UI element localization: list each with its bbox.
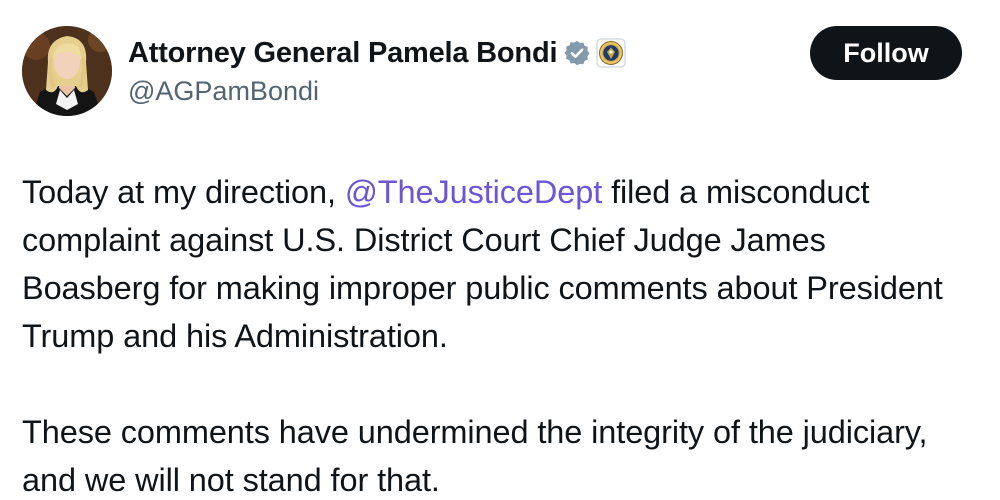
author-handle[interactable]: @AGPamBondi (128, 76, 626, 107)
avatar-image (22, 26, 112, 116)
name-row: Attorney General Pamela Bondi (128, 34, 626, 72)
tweet-paragraph-1: Today at my direction, @TheJusticeDept f… (22, 168, 972, 360)
tweet-paragraph-2: These comments have undermined the integ… (22, 414, 928, 498)
tweet-text: Today at my direction, @TheJusticeDept f… (22, 168, 972, 500)
tweet-text-segment: Today at my direction, (22, 174, 345, 210)
avatar[interactable] (22, 26, 112, 116)
mention-link[interactable]: @TheJusticeDept (345, 174, 602, 210)
tweet-card: Attorney General Pamela Bondi @AGPamBond… (0, 0, 1000, 500)
follow-button[interactable]: Follow (810, 26, 962, 80)
tweet-header: Attorney General Pamela Bondi @AGPamBond… (22, 26, 962, 118)
verified-badge-icon[interactable] (563, 39, 591, 67)
author-info: Attorney General Pamela Bondi @AGPamBond… (128, 34, 626, 107)
display-name[interactable]: Attorney General Pamela Bondi (128, 37, 558, 70)
doj-seal-icon[interactable] (596, 38, 626, 68)
